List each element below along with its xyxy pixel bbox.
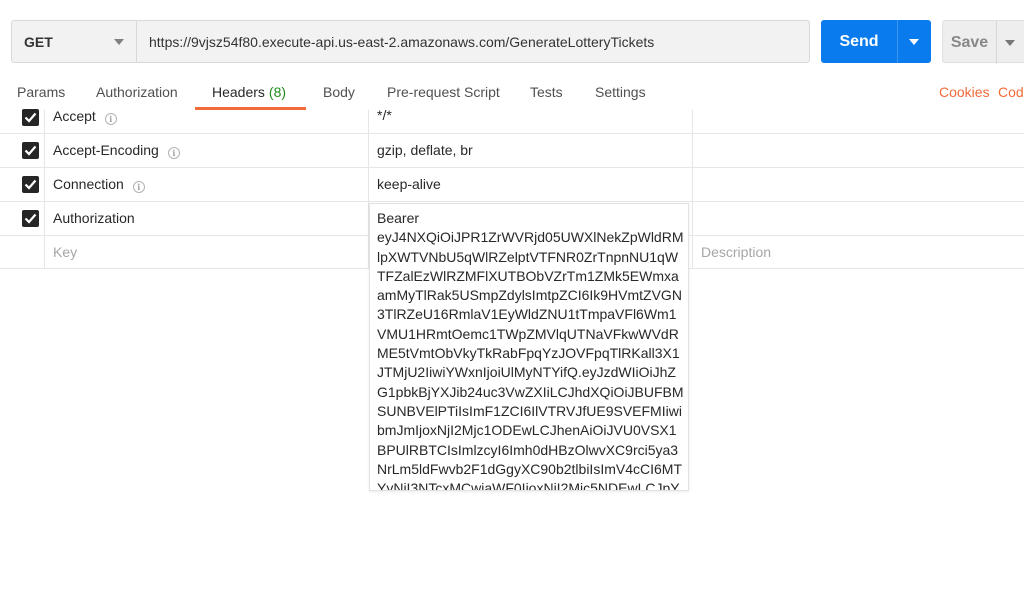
header-key-text: Authorization [53, 210, 135, 226]
checkmark-icon [24, 145, 37, 156]
send-button[interactable]: Send [821, 20, 931, 63]
info-icon[interactable]: i [132, 181, 145, 193]
header-key-text: Connection [53, 176, 124, 192]
authorization-value-text: Bearer eyJ4NXQiOiJPR1ZrWVRjd05UWXlNekZpW… [377, 210, 684, 491]
send-options-chevron-icon[interactable] [898, 20, 931, 63]
header-enabled-checkbox[interactable] [22, 142, 39, 159]
tab-headers-count: (8) [268, 84, 287, 100]
url-input[interactable]: https://9vjsz54f80.execute-api.us-east-2… [137, 20, 810, 63]
header-value-editor[interactable]: Bearer eyJ4NXQiOiJPR1ZrWVRjd05UWXlNekZpW… [369, 203, 689, 491]
header-value[interactable]: keep-alive [377, 176, 441, 192]
tab-settings[interactable]: Settings [595, 84, 646, 100]
header-key[interactable]: Accept i [53, 108, 117, 125]
tab-headers-label: Headers [212, 84, 265, 100]
new-header-description-input[interactable]: Description [701, 244, 771, 260]
header-enabled-checkbox[interactable] [22, 109, 39, 126]
save-label: Save [950, 33, 989, 51]
method-select[interactable]: GET [11, 20, 137, 63]
save-button[interactable]: Save [942, 20, 1024, 64]
checkmark-icon [24, 179, 37, 190]
header-key[interactable]: Authorization [53, 210, 135, 226]
active-tab-indicator [195, 107, 306, 110]
save-options-chevron-icon[interactable] [997, 21, 1024, 64]
tab-params[interactable]: Params [17, 84, 65, 100]
tab-headers[interactable]: Headers (8) [212, 84, 286, 100]
header-enabled-checkbox[interactable] [22, 210, 39, 227]
send-label: Send [839, 32, 879, 50]
method-label: GET [24, 33, 53, 50]
header-key-text: Accept [53, 108, 96, 124]
grid-line [0, 133, 1024, 134]
new-header-key-input[interactable]: Key [53, 244, 77, 260]
tab-authorization[interactable]: Authorization [96, 84, 178, 100]
chevron-down-icon [114, 39, 124, 45]
checkmark-icon [24, 213, 37, 224]
checkmark-icon [24, 112, 37, 123]
code-link[interactable]: Code [998, 84, 1024, 100]
header-key[interactable]: Accept-Encoding i [53, 142, 180, 159]
grid-line [0, 201, 1024, 202]
header-key[interactable]: Connection i [53, 176, 145, 193]
tab-body[interactable]: Body [323, 84, 355, 100]
tab-pre-request-script[interactable]: Pre-request Script [387, 84, 500, 100]
tab-tests[interactable]: Tests [530, 84, 563, 100]
header-key-text: Accept-Encoding [53, 142, 159, 158]
header-value[interactable]: */* [377, 107, 392, 123]
header-value[interactable]: gzip, deflate, br [377, 142, 473, 158]
grid-line [0, 167, 1024, 168]
info-icon[interactable]: i [104, 113, 117, 125]
info-icon[interactable]: i [167, 147, 180, 159]
header-enabled-checkbox[interactable] [22, 176, 39, 193]
cookies-link[interactable]: Cookies [939, 84, 990, 100]
